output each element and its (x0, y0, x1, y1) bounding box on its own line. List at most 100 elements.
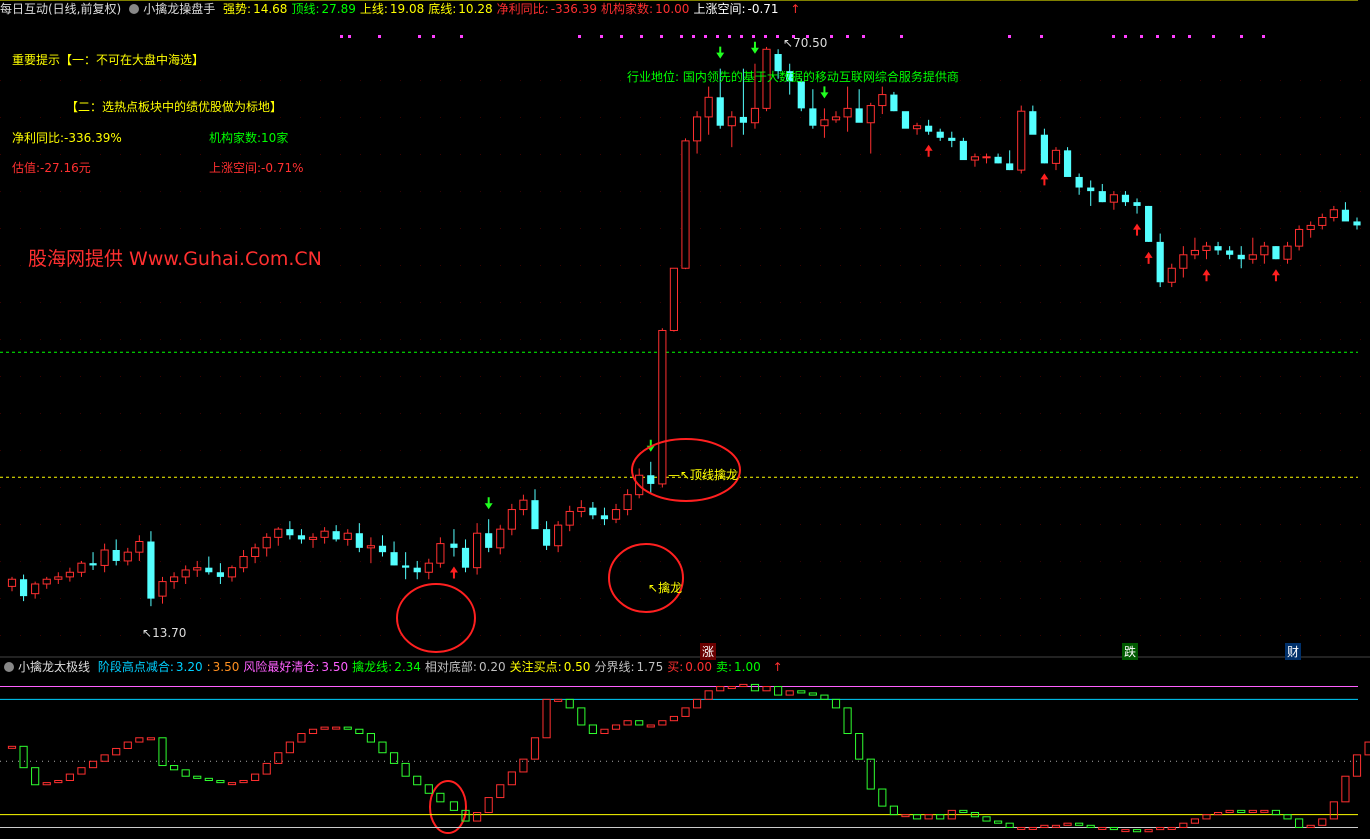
valuation: 估值:-27.16元 (12, 161, 91, 175)
grid-dot (400, 376, 401, 377)
marker-dot (1240, 35, 1243, 38)
grid-dot (880, 191, 881, 192)
grid-dot (880, 450, 881, 451)
grid-dot (480, 376, 481, 377)
settings-icon[interactable] (4, 662, 14, 672)
grid-dot (180, 302, 181, 303)
grid-dot (720, 191, 721, 192)
grid-dot (1280, 265, 1281, 266)
indicator-bar (843, 707, 852, 735)
grid-dot (500, 80, 501, 81)
grid-dot (140, 339, 141, 340)
grid-dot (200, 154, 201, 155)
grid-dot (900, 191, 901, 192)
grid-dot (960, 339, 961, 340)
candle-up (727, 116, 736, 127)
grid-dot (200, 598, 201, 599)
indicator-name[interactable]: 小擒龙操盘手 (143, 2, 215, 16)
marker-dot (764, 35, 767, 38)
grid-dot (760, 561, 761, 562)
grid-dot (1140, 265, 1141, 266)
grid-dot (1240, 339, 1241, 340)
grid-dot (740, 635, 741, 636)
indicator-bar (716, 686, 725, 692)
grid-dot (280, 80, 281, 81)
grid-dot (1000, 376, 1001, 377)
grid-dot (1340, 561, 1341, 562)
grid-dot (180, 154, 181, 155)
grid-dot (520, 561, 521, 562)
grid-dot (780, 450, 781, 451)
grid-dot (400, 339, 401, 340)
indicator-bar (193, 775, 202, 779)
grid-dot (260, 487, 261, 488)
grid-dot (880, 598, 881, 599)
marker-dot (640, 35, 643, 38)
grid-dot (80, 228, 81, 229)
candle-down (1214, 246, 1222, 251)
grid-dot (900, 635, 901, 636)
grid-dot (820, 339, 821, 340)
candle-up (692, 116, 702, 142)
candle-up (1179, 254, 1188, 269)
grid-dot (520, 598, 521, 599)
grid-dot (840, 265, 841, 266)
grid-dot (940, 191, 941, 192)
up-arrow-icon: ↑ (790, 2, 801, 16)
grid-dot (440, 154, 441, 155)
candle-down (1063, 150, 1072, 177)
marker-dot (578, 35, 581, 38)
grid-dot (280, 228, 281, 229)
grid-dot (460, 598, 461, 599)
grid-dot (1160, 413, 1161, 414)
grid-dot (360, 80, 361, 81)
grid-dot (320, 339, 321, 340)
stock-title[interactable]: 每日互动(日线,前复权) (0, 2, 121, 16)
grid-dot (360, 302, 361, 303)
candle-up (42, 578, 51, 585)
indicator-bar (239, 779, 248, 784)
grid-dot (780, 376, 781, 377)
grid-dot (400, 191, 401, 192)
grid-dot (1140, 524, 1141, 525)
grid-dot (500, 228, 501, 229)
grid-dot (1280, 117, 1281, 118)
grid-dot (920, 413, 921, 414)
grid-dot (660, 524, 661, 525)
grid-dot (1340, 80, 1341, 81)
grid-dot (860, 524, 861, 525)
grid-dot (1340, 302, 1341, 303)
grid-dot (380, 302, 381, 303)
grid-dot (1360, 561, 1361, 562)
settings-icon[interactable] (129, 4, 140, 14)
indicator-bar (181, 769, 190, 777)
buy-arrow (449, 566, 458, 579)
candle-up (1295, 228, 1304, 247)
grid-dot (720, 450, 721, 451)
grid-dot (1060, 487, 1061, 488)
grid-dot (840, 302, 841, 303)
grid-dot (480, 635, 481, 636)
grid-dot (1360, 376, 1361, 377)
grid-dot (620, 154, 621, 155)
grid-dot (1320, 117, 1321, 118)
grid-dot (180, 339, 181, 340)
indicator-bar (924, 814, 933, 820)
grid-dot (720, 154, 721, 155)
indicator-bar (1295, 818, 1304, 828)
grid-dot (20, 561, 21, 562)
grid-dot (440, 117, 441, 118)
grid-dot (220, 339, 221, 340)
grid-dot (800, 413, 801, 414)
grid-dot (820, 413, 821, 414)
grid-dot (380, 265, 381, 266)
grid-dot (1120, 487, 1121, 488)
grid-dot (980, 487, 981, 488)
grid-dot (240, 117, 241, 118)
grid-dot (220, 450, 221, 451)
indicator-bar (1121, 829, 1130, 833)
indicator-title[interactable]: 小擒龙太极线 (18, 660, 90, 674)
kline-chart[interactable] (0, 0, 1370, 839)
grid-dot (1180, 450, 1181, 451)
grid-dot (180, 487, 181, 488)
